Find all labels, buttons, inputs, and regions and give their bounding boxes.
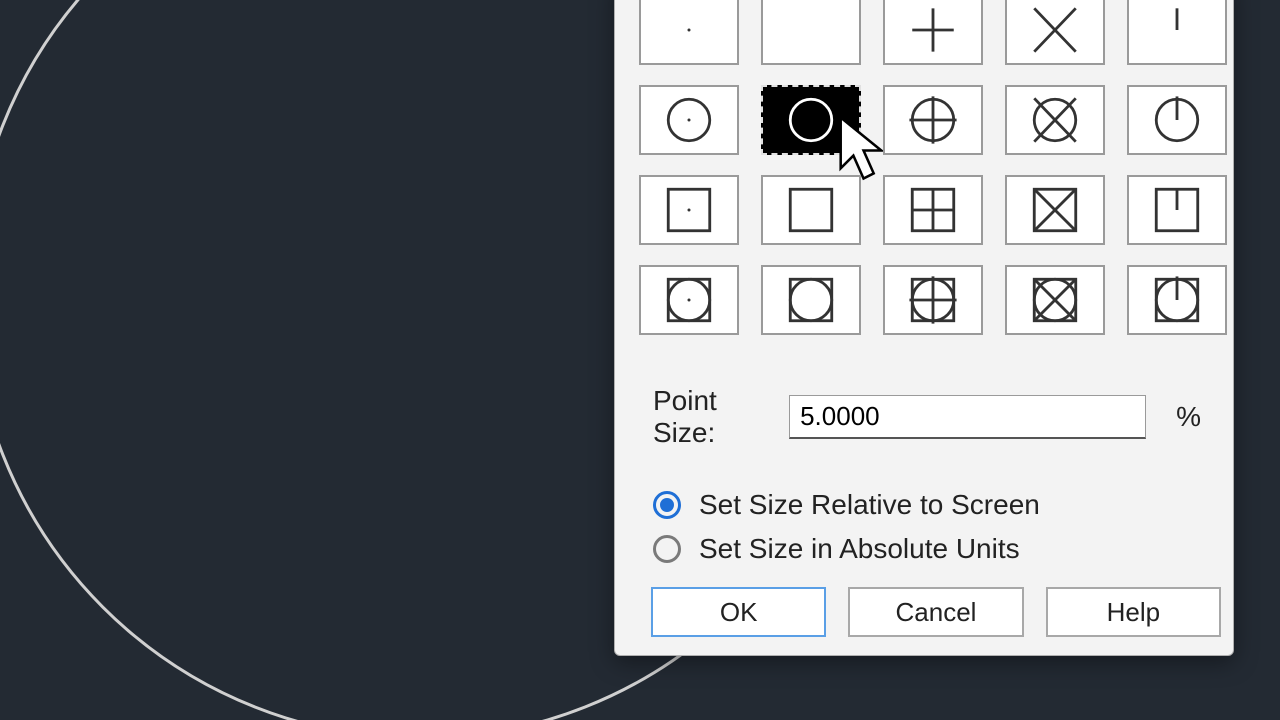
point-style-dialog: Point Size: % Set Size Relative to Scree…	[614, 0, 1234, 656]
point-style-square-none[interactable]	[761, 175, 861, 245]
point-style-square-circle-none[interactable]	[761, 265, 861, 335]
radio-label: Set Size Relative to Screen	[699, 489, 1040, 521]
size-mode-radios: Set Size Relative to Screen Set Size in …	[653, 489, 1221, 565]
dialog-button-row: OK Cancel Help	[651, 587, 1221, 637]
point-style-circle-dot[interactable]	[639, 85, 739, 155]
point-style-square-x[interactable]	[1005, 175, 1105, 245]
point-size-input[interactable]	[789, 395, 1146, 439]
point-style-square-circle-x[interactable]	[1005, 265, 1105, 335]
point-size-label: Point Size:	[653, 385, 765, 449]
point-style-circle-tick[interactable]	[1127, 85, 1227, 155]
point-style-x[interactable]	[1005, 0, 1105, 65]
point-style-square-dot[interactable]	[639, 175, 739, 245]
point-style-circle-x[interactable]	[1005, 85, 1105, 155]
point-style-circle-none[interactable]	[761, 85, 861, 155]
radio-icon	[653, 491, 681, 519]
point-style-circle-plus[interactable]	[883, 85, 983, 155]
point-size-row: Point Size: %	[653, 385, 1201, 449]
point-style-dot[interactable]	[639, 0, 739, 65]
point-style-square-plus[interactable]	[883, 175, 983, 245]
radio-icon	[653, 535, 681, 563]
point-style-square-tick[interactable]	[1127, 175, 1227, 245]
radio-relative-to-screen[interactable]: Set Size Relative to Screen	[653, 489, 1221, 521]
point-style-none[interactable]	[761, 0, 861, 65]
cancel-button[interactable]: Cancel	[848, 587, 1023, 637]
point-style-square-circle-dot[interactable]	[639, 265, 739, 335]
help-button[interactable]: Help	[1046, 587, 1221, 637]
point-style-square-circle-plus[interactable]	[883, 265, 983, 335]
ok-button[interactable]: OK	[651, 587, 826, 637]
point-style-plus[interactable]	[883, 0, 983, 65]
radio-label: Set Size in Absolute Units	[699, 533, 1020, 565]
point-style-square-circle-tick[interactable]	[1127, 265, 1227, 335]
point-size-unit: %	[1176, 401, 1201, 433]
point-style-grid	[639, 0, 1221, 335]
point-style-tick[interactable]	[1127, 0, 1227, 65]
radio-absolute-units[interactable]: Set Size in Absolute Units	[653, 533, 1221, 565]
